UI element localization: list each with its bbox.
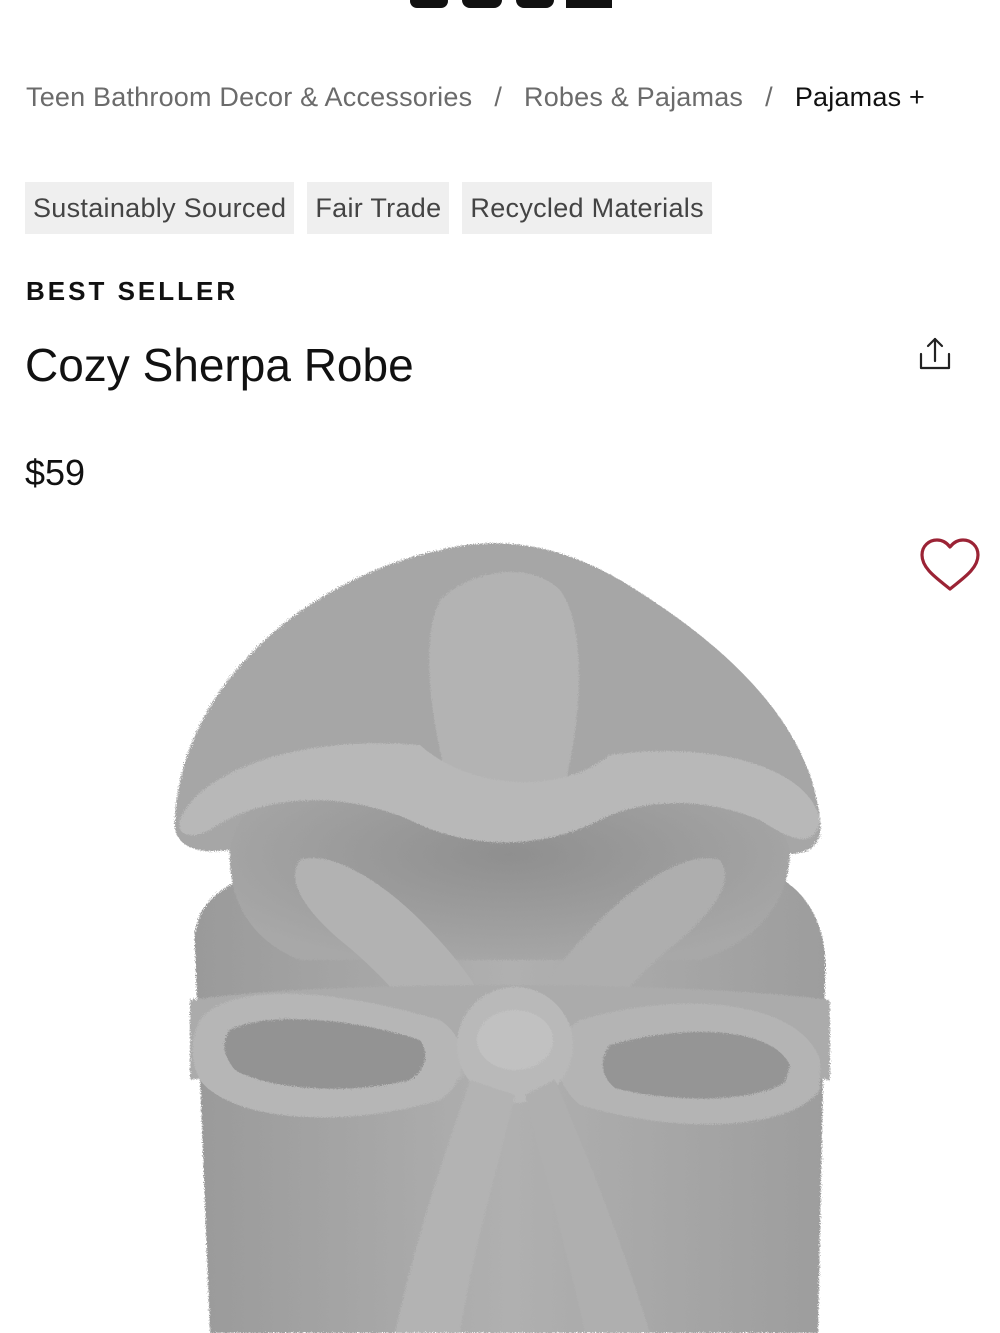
breadcrumb-item-pajamas[interactable]: Pajamas + (795, 82, 925, 113)
tag-recycled-materials[interactable]: Recycled Materials (462, 182, 712, 234)
product-image[interactable] (0, 520, 1000, 1333)
favorite-button[interactable] (918, 537, 982, 595)
product-price: $59 (25, 452, 86, 493)
breadcrumb-separator: / (494, 82, 503, 112)
tag-sustainably-sourced[interactable]: Sustainably Sourced (25, 182, 295, 234)
product-title: Cozy Sherpa Robe (25, 339, 414, 391)
breadcrumb-separator: / (765, 82, 773, 112)
brand-logo[interactable] (400, 0, 620, 10)
product-page: Teen Bathroom Decor & Accessories / Robe… (0, 0, 1000, 1333)
robe-illustration (174, 543, 830, 1333)
tag-fair-trade[interactable]: Fair Trade (307, 182, 450, 234)
sustainability-tags: Sustainably Sourced Fair Trade Recycled … (25, 182, 712, 234)
share-icon (919, 337, 951, 370)
breadcrumb: Teen Bathroom Decor & Accessories / Robe… (26, 82, 925, 113)
breadcrumb-item-robes-pajamas[interactable]: Robes & Pajamas (524, 82, 743, 113)
heart-icon (920, 538, 980, 591)
share-button[interactable] (914, 334, 956, 376)
best-seller-badge: BEST SELLER (26, 276, 239, 306)
breadcrumb-item-teen-bathroom[interactable]: Teen Bathroom Decor & Accessories (26, 82, 472, 113)
